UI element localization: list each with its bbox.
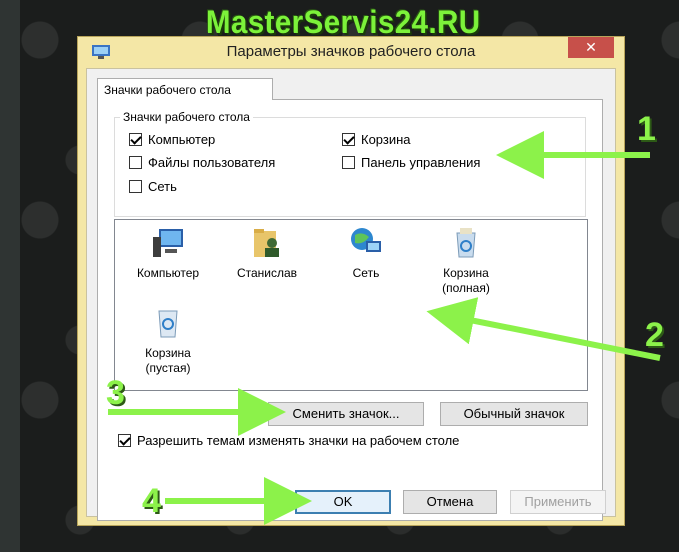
close-button[interactable]: ✕ (568, 37, 614, 58)
checkbox-control-panel[interactable]: Панель управления (342, 155, 480, 170)
groupbox-label: Значки рабочего стола (120, 110, 253, 124)
annotation-number-4: 4 (142, 482, 161, 520)
checkbox-label: Панель управления (361, 155, 481, 170)
icon-label: Корзина (пустая) (145, 346, 191, 375)
icon-item-user[interactable]: Станислав (224, 225, 310, 281)
annotation-number-3: 3 (106, 374, 125, 412)
left-edge-strip (0, 0, 20, 552)
checkbox-network[interactable]: Сеть (129, 179, 177, 194)
apply-button[interactable]: Применить (510, 490, 606, 514)
checkbox-label: Сеть (148, 179, 177, 194)
user-folder-icon (254, 229, 279, 257)
checkbox-box[interactable] (129, 133, 142, 146)
checkbox-box[interactable] (129, 156, 142, 169)
title-bar: Параметры значков рабочего стола ✕ (78, 37, 624, 67)
recycle-bin-empty-icon (158, 310, 178, 338)
icon-item-network[interactable]: Сеть (323, 225, 409, 281)
icon-label: Станислав (236, 266, 298, 280)
checkbox-allow-themes[interactable]: Разрешить темам изменять значки на рабоч… (118, 433, 459, 448)
cancel-button[interactable]: Отмена (403, 490, 497, 514)
recycle-bin-full-icon (456, 228, 476, 258)
tab-desktop-icons[interactable]: Значки рабочего стола (97, 78, 273, 100)
computer-icon (153, 229, 183, 257)
network-icon (351, 228, 381, 252)
default-icon-button[interactable]: Обычный значок (440, 402, 588, 426)
icon-item-recycle-full[interactable]: Корзина (полная) (423, 225, 509, 296)
icon-label: Компьютер (136, 266, 200, 280)
checkbox-box[interactable] (342, 156, 355, 169)
change-icon-button[interactable]: Сменить значок... (268, 402, 424, 426)
dialog-title: Параметры значков рабочего стола (226, 43, 476, 60)
checkbox-label: Корзина (361, 132, 411, 147)
annotation-number-1: 1 (637, 110, 656, 148)
checkbox-box[interactable] (342, 133, 355, 146)
ok-button[interactable]: OK (295, 490, 391, 514)
checkbox-box[interactable] (129, 180, 142, 193)
checkbox-box[interactable] (118, 434, 131, 447)
icon-label: Корзина (полная) (442, 266, 490, 295)
annotation-number-2: 2 (645, 316, 664, 354)
checkbox-label: Файлы пользователя (148, 155, 276, 170)
checkbox-recycle-bin[interactable]: Корзина (342, 132, 411, 147)
checkbox-label: Компьютер (148, 132, 216, 147)
icon-item-computer[interactable]: Компьютер (125, 225, 211, 281)
icon-item-recycle-empty[interactable]: Корзина (пустая) (125, 305, 211, 376)
checkbox-computer[interactable]: Компьютер (129, 132, 215, 147)
icon-label: Сеть (352, 266, 380, 280)
checkbox-label: Разрешить темам изменять значки на рабоч… (137, 433, 460, 448)
checkbox-user-files[interactable]: Файлы пользователя (129, 155, 275, 170)
